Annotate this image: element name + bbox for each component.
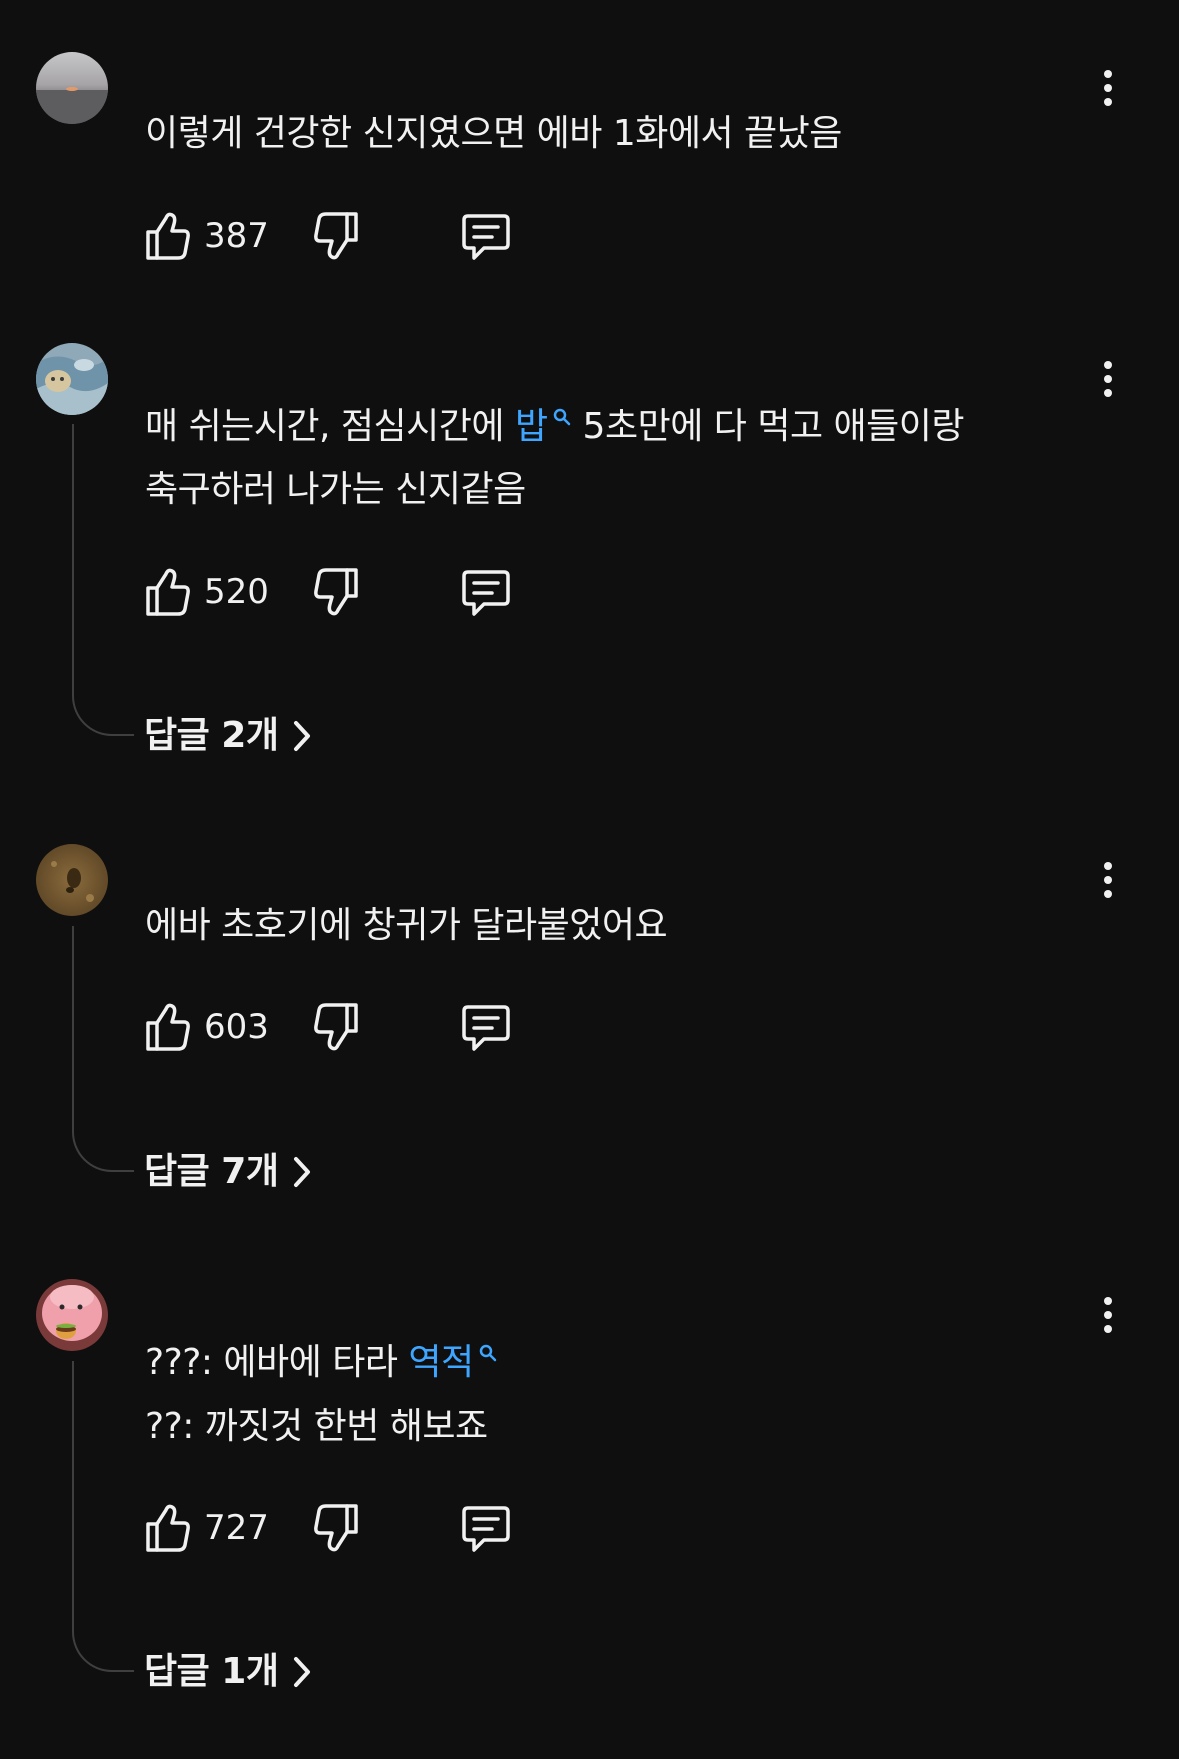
search-link-text[interactable]: 역적 xyxy=(408,1341,474,1385)
thumbs-up-icon xyxy=(146,212,190,260)
replies-count-label: 답글 2개 xyxy=(144,715,279,756)
comment-text-segment: ???: 에바에 타라 xyxy=(145,1342,409,1383)
thread-connector xyxy=(72,1361,134,1672)
thumbs-down-icon xyxy=(314,1504,358,1552)
comment-reply-icon xyxy=(462,570,510,616)
avatar[interactable] xyxy=(36,343,108,415)
dislike-button[interactable] xyxy=(312,210,360,262)
comment-reply-icon xyxy=(462,1506,510,1552)
reply-button[interactable] xyxy=(460,1001,512,1053)
more-options-button[interactable] xyxy=(1090,1291,1126,1339)
comment-text: ??: 까짓것 한번 해보죠 xyxy=(145,1405,488,1449)
comment-text-segment: ??: 까짓것 한번 해보죠 xyxy=(145,1406,488,1447)
search-link[interactable]: 역적 xyxy=(408,1341,497,1385)
more-vertical-icon xyxy=(1104,862,1112,898)
chevron-right-icon xyxy=(292,1655,312,1689)
comment-item: 이렇게 건강한 신지였으면 에바 1화에서 끝났음 387 xyxy=(0,0,1179,290)
thread-connector xyxy=(72,926,134,1172)
chevron-right-icon xyxy=(292,1155,312,1189)
thread-connector xyxy=(72,424,134,736)
search-link[interactable]: 밥 xyxy=(515,405,572,449)
thumbs-down-icon xyxy=(314,1003,358,1051)
comment-reply-icon xyxy=(462,214,510,260)
thumbs-up-icon xyxy=(146,1504,190,1552)
like-button[interactable] xyxy=(144,566,192,618)
like-button[interactable] xyxy=(144,1001,192,1053)
thumbs-down-icon xyxy=(314,212,358,260)
chevron-right-icon xyxy=(292,719,312,753)
view-replies-button[interactable]: 답글 1개 xyxy=(144,1648,312,1696)
comment-text-segment: 5초만에 다 먹고 애들이랑 xyxy=(571,406,965,447)
like-button[interactable] xyxy=(144,1502,192,1554)
reply-button[interactable] xyxy=(460,210,512,262)
view-replies-button[interactable]: 답글 7개 xyxy=(144,1148,312,1196)
more-vertical-icon xyxy=(1104,70,1112,106)
search-icon xyxy=(553,408,570,426)
comment-text-segment: 매 쉬는시간, 점심시간에 xyxy=(145,406,515,447)
avatar[interactable] xyxy=(36,52,108,124)
more-options-button[interactable] xyxy=(1090,355,1126,403)
reply-button[interactable] xyxy=(460,566,512,618)
comment-reply-icon xyxy=(462,1005,510,1051)
like-count: 727 xyxy=(204,1508,269,1548)
comment-text: 매 쉬는시간, 점심시간에 밥 5초만에 다 먹고 애들이랑 xyxy=(145,405,965,449)
like-button[interactable] xyxy=(144,210,192,262)
more-vertical-icon xyxy=(1104,1297,1112,1333)
thumbs-up-icon xyxy=(146,1003,190,1051)
more-options-button[interactable] xyxy=(1090,856,1126,904)
avatar[interactable] xyxy=(36,1279,108,1351)
like-count: 603 xyxy=(204,1007,269,1047)
thumbs-down-icon xyxy=(314,568,358,616)
like-count: 520 xyxy=(204,572,269,612)
dislike-button[interactable] xyxy=(312,566,360,618)
comment-text-segment: 이렇게 건강한 신지였으면 에바 1화에서 끝났음 xyxy=(145,113,842,154)
thumbs-up-icon xyxy=(146,568,190,616)
dislike-button[interactable] xyxy=(312,1502,360,1554)
comment-text-segment: 축구하러 나가는 신지같음 xyxy=(145,469,526,510)
avatar[interactable] xyxy=(36,844,108,916)
comment-text: ???: 에바에 타라 역적 xyxy=(145,1341,498,1385)
comment-text: 에바 초호기에 창귀가 달라붙었어요 xyxy=(145,904,668,948)
search-link-text[interactable]: 밥 xyxy=(515,405,548,449)
replies-count-label: 답글 1개 xyxy=(144,1651,279,1692)
replies-count-label: 답글 7개 xyxy=(144,1151,279,1192)
more-options-button[interactable] xyxy=(1090,64,1126,112)
comment-text: 이렇게 건강한 신지였으면 에바 1화에서 끝났음 xyxy=(145,112,842,156)
comment-text-segment: 에바 초호기에 창귀가 달라붙었어요 xyxy=(145,905,668,946)
comment-text: 축구하러 나가는 신지같음 xyxy=(145,468,526,512)
like-count: 387 xyxy=(204,216,269,256)
view-replies-button[interactable]: 답글 2개 xyxy=(144,712,312,760)
search-icon xyxy=(479,1344,496,1362)
reply-button[interactable] xyxy=(460,1502,512,1554)
more-vertical-icon xyxy=(1104,361,1112,397)
dislike-button[interactable] xyxy=(312,1001,360,1053)
